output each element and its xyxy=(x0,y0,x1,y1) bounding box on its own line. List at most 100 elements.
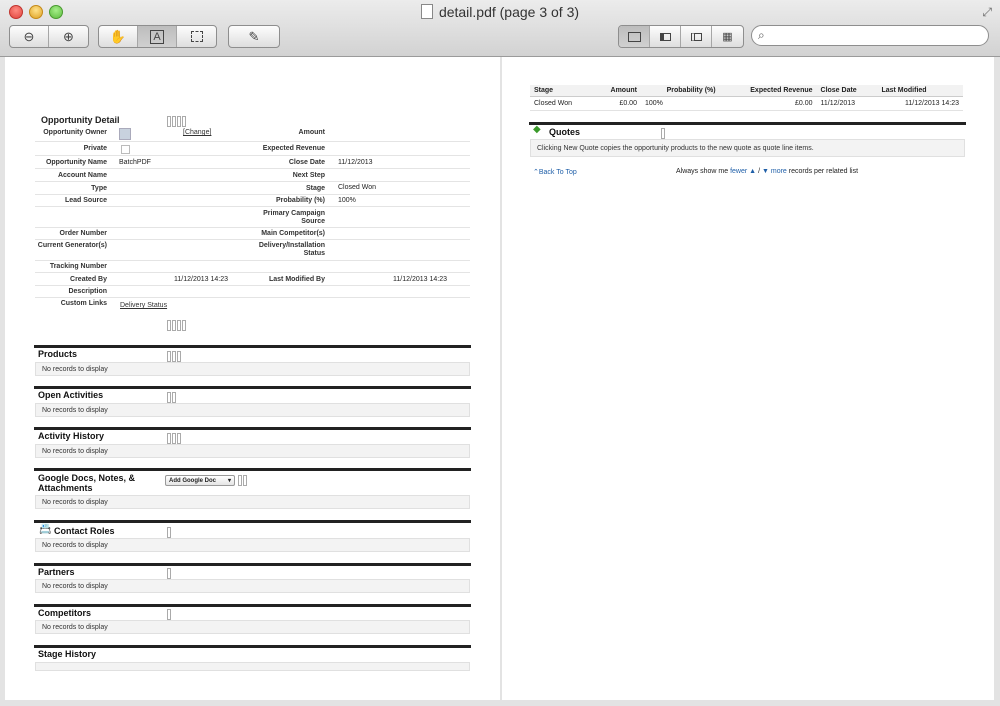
no-records-text: No records to display xyxy=(42,407,108,414)
search-icon: ⌕ xyxy=(758,28,765,42)
no-records-text: No records to display xyxy=(42,583,108,590)
field-label: Expected Revenue xyxy=(262,145,325,152)
field-label: Opportunity Name xyxy=(45,159,107,166)
zoom-in-button[interactable]: ⊕ xyxy=(49,26,88,47)
view-thumbnails-button[interactable] xyxy=(650,26,681,47)
field-label: Probability (%) xyxy=(275,197,325,204)
contact-roles-icon: 📇 xyxy=(39,524,52,535)
glyph-boxes xyxy=(167,568,171,579)
column-header: Expected Revenue xyxy=(719,85,817,97)
fullscreen-icon[interactable]: ⤢ xyxy=(982,5,992,20)
back-to-top-link[interactable]: ⌃Back To Top xyxy=(533,168,577,176)
row-divider xyxy=(35,227,470,228)
hand-icon: ✋ xyxy=(109,28,127,44)
section-bar xyxy=(34,468,471,471)
stage-history-table: Stage Amount Probability (%) Expected Re… xyxy=(530,85,963,111)
table-cell: Closed Won xyxy=(530,96,594,111)
field-value: BatchPDF xyxy=(119,159,151,166)
table-row: Closed Won £0.00 100% £0.00 11/12/2013 1… xyxy=(530,96,963,111)
add-google-doc-button[interactable]: Add Google Doc ▾ xyxy=(165,475,235,486)
google-docs-title: Google Docs, Notes, & xyxy=(38,473,136,483)
zoom-group: ⊖ ⊕ xyxy=(9,25,89,48)
dropdown-arrow-icon: ▾ xyxy=(227,478,231,484)
field-label: Tracking Number xyxy=(49,263,107,270)
table-cell: 100% xyxy=(640,96,720,111)
stage-history-table-header xyxy=(35,662,470,671)
text-tool-button[interactable]: A xyxy=(138,26,177,47)
field-label: Custom Links xyxy=(60,300,107,307)
field-value: 100% xyxy=(338,197,356,204)
contact-roles-title: Contact Roles xyxy=(54,526,115,536)
row-divider xyxy=(35,141,470,142)
row-divider xyxy=(35,155,470,156)
products-title: Products xyxy=(38,349,78,359)
view-content-only-button[interactable] xyxy=(619,26,650,47)
quotes-message: Clicking New Quote copies the opportunit… xyxy=(537,145,814,152)
change-owner-link[interactable]: [Change] xyxy=(183,129,211,136)
zoom-out-button[interactable]: ⊖ xyxy=(10,26,49,47)
field-label: Type xyxy=(91,185,107,192)
field-label: Current Generator(s) xyxy=(37,242,107,249)
sidebar-left-icon xyxy=(659,32,671,41)
stage-history-title: Stage History xyxy=(38,649,97,659)
view-group: ▦ xyxy=(618,25,744,48)
row-divider xyxy=(35,206,470,207)
field-label: Amount xyxy=(298,129,325,136)
column-header: Close Date xyxy=(816,85,878,97)
text-select-icon: A xyxy=(150,29,164,44)
activity-history-title: Activity History xyxy=(38,431,105,441)
glyph-boxes xyxy=(661,128,665,139)
pdf-document-icon xyxy=(420,4,433,19)
glyph-boxes xyxy=(167,392,176,403)
rect-select-icon xyxy=(190,31,203,42)
no-records-text: No records to display xyxy=(42,366,108,373)
table-cell: £0.00 xyxy=(719,96,817,111)
section-bar xyxy=(34,645,471,648)
preview-window: detail.pdf (page 3 of 3) ⤢ ⊖ ⊕ ✋ A ✎ ▦ ⌕… xyxy=(0,0,1000,706)
rect-select-button[interactable] xyxy=(177,26,216,47)
field-label: Description xyxy=(68,288,107,295)
title-bar: detail.pdf (page 3 of 3) ⤢ ⊖ ⊕ ✋ A ✎ ▦ ⌕ xyxy=(0,0,1000,57)
field-label: Status xyxy=(303,250,325,257)
glyph-boxes xyxy=(167,609,171,620)
image-view-icon xyxy=(627,31,641,42)
glyph-boxes xyxy=(167,527,171,538)
row-divider xyxy=(35,297,470,298)
hand-tool-button[interactable]: ✋ xyxy=(99,26,138,47)
column-header: Probability (%) xyxy=(640,85,720,97)
fewer-link[interactable]: fewer xyxy=(730,168,747,175)
delivery-status-link[interactable]: Delivery Status xyxy=(120,302,167,309)
glyph-boxes xyxy=(167,351,181,362)
grid-icon: ▦ xyxy=(722,31,733,43)
column-header: Stage xyxy=(530,85,594,97)
column-header: Amount xyxy=(593,85,641,97)
search-field[interactable]: ⌕ xyxy=(751,25,989,46)
field-label: Opportunity Owner xyxy=(43,129,107,136)
annotate-button[interactable]: ✎ xyxy=(229,26,279,47)
field-label: Main Competitor(s) xyxy=(261,230,325,237)
table-header-row: Stage Amount Probability (%) Expected Re… xyxy=(530,85,963,97)
tool-group: ✋ A xyxy=(98,25,217,48)
table-cell: 11/12/2013 xyxy=(816,96,878,111)
table-cell: 11/12/2013 14:23 xyxy=(877,96,963,111)
field-label: Account Name xyxy=(57,172,107,179)
pdf-page-right: Stage Amount Probability (%) Expected Re… xyxy=(502,57,994,700)
pdf-page-left: Opportunity Detail Opportunity Owner [Ch… xyxy=(5,57,500,700)
glyph-boxes xyxy=(167,433,181,444)
field-label: Source xyxy=(301,218,325,225)
view-contact-sheet-button[interactable]: ▦ xyxy=(712,26,743,47)
row-divider xyxy=(35,260,470,261)
row-divider xyxy=(35,168,470,169)
view-toc-button[interactable] xyxy=(681,26,712,47)
private-checkbox[interactable] xyxy=(121,145,130,154)
glyph-boxes xyxy=(167,116,186,127)
row-divider xyxy=(35,272,470,273)
more-link[interactable]: more xyxy=(771,168,787,175)
competitors-title: Competitors xyxy=(38,608,92,618)
row-divider xyxy=(35,285,470,286)
row-divider xyxy=(35,194,470,195)
field-label: Created By xyxy=(70,276,107,283)
section-bar xyxy=(34,427,471,430)
no-records-text: No records to display xyxy=(42,624,108,631)
field-label: Delivery/Installation xyxy=(258,242,325,249)
